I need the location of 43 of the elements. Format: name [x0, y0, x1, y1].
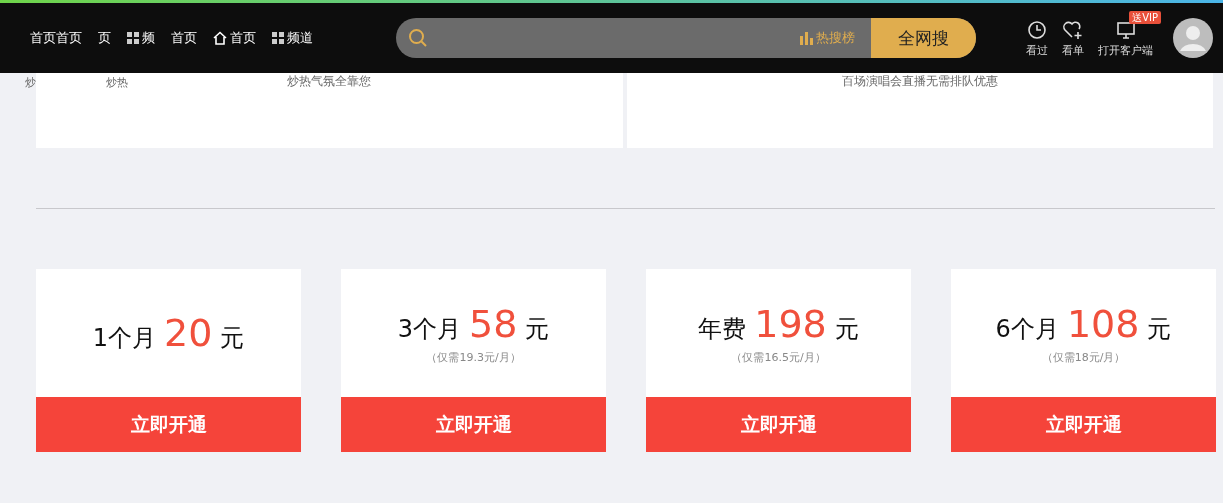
promo-subtitle: 炒热气氛全靠您: [287, 73, 372, 90]
text-fragment: 炒: [25, 75, 36, 90]
subscribe-button[interactable]: 立即开通: [951, 397, 1216, 452]
promo-subtitle: 百场演唱会直播无需排队优惠: [841, 73, 998, 90]
price-unit: 元: [220, 323, 245, 354]
subscribe-button[interactable]: 立即开通: [36, 397, 301, 452]
plan-period: 6个月: [995, 313, 1059, 345]
avatar-icon[interactable]: [1173, 18, 1213, 58]
heart-plus-icon: [1062, 20, 1084, 40]
plan-period: 年费: [698, 313, 747, 345]
home-icon: [213, 31, 227, 45]
monthly-note: （仅需18元/月）: [1041, 349, 1126, 365]
nav-link[interactable]: 频: [127, 29, 155, 47]
price-unit: 元: [1147, 313, 1172, 345]
plan-period: 3个月: [397, 313, 461, 345]
price-unit: 元: [834, 313, 859, 345]
text-fragment: 炒热: [106, 75, 128, 90]
grid-icon: [127, 32, 139, 44]
plan-price: 198: [754, 301, 827, 346]
toolbar-button[interactable]: 看过: [1026, 20, 1048, 58]
monthly-note: （仅需19.3元/月）: [426, 349, 521, 365]
nav-link[interactable]: 页: [98, 29, 111, 47]
toolbar-button[interactable]: 看单: [1062, 20, 1084, 58]
subscribe-button[interactable]: 立即开通: [646, 397, 911, 452]
search-button[interactable]: 全网搜: [871, 18, 976, 58]
nav-link[interactable]: 首页首页: [30, 29, 82, 47]
price-unit: 元: [525, 313, 550, 345]
search-field[interactable]: 热搜榜 全网搜: [396, 18, 976, 58]
nav-link[interactable]: 首页: [213, 29, 256, 47]
subscribe-button[interactable]: 立即开通: [341, 397, 606, 452]
bar-chart-icon: [800, 31, 813, 45]
monthly-note: （仅需16.5元/月）: [731, 349, 826, 365]
clock-icon: [1027, 20, 1047, 40]
plan-period: 1个月: [92, 323, 156, 354]
monitor-icon: [1115, 20, 1136, 40]
plan-price: 58: [468, 301, 518, 346]
plan-price: 20: [163, 311, 213, 355]
nav-link[interactable]: 频道: [272, 29, 313, 47]
nav-link[interactable]: 首页: [171, 29, 197, 47]
search-icon: [408, 28, 428, 48]
vip-badge: 送VIP: [1129, 11, 1161, 24]
grid-icon: [272, 32, 284, 44]
plan-price: 108: [1066, 301, 1140, 346]
